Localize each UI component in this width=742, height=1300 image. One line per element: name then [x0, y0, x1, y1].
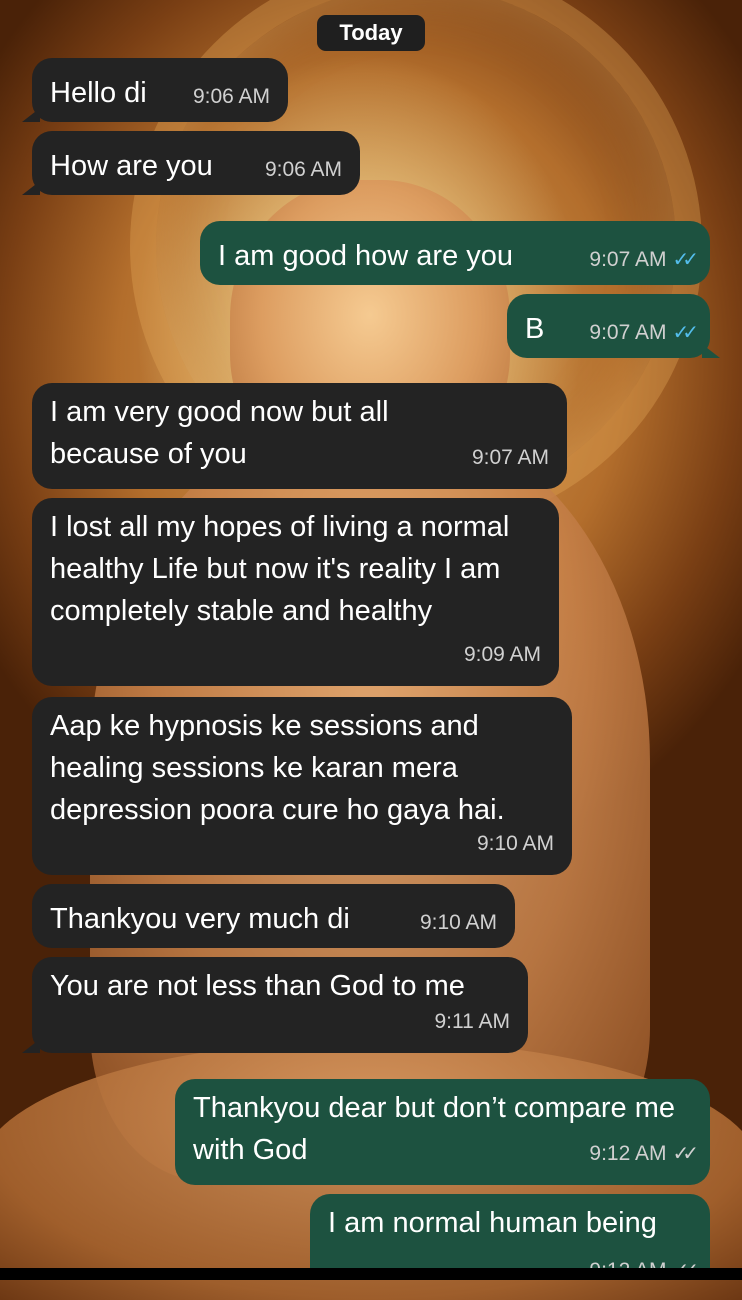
message-meta: 9:12 AM ✓✓ [589, 1250, 698, 1268]
bottom-edge [0, 1268, 742, 1280]
message-text: I am good how are you [218, 240, 514, 272]
message-bubble[interactable]: I lost all my hopes of living a normal h… [32, 498, 559, 686]
message-bubble[interactable]: You are not less than God to me 9:11 AM [22, 957, 528, 1053]
date-separator: Today [317, 15, 425, 51]
message-meta: 9:12 AM ✓✓ [589, 1133, 698, 1175]
message-time: 9:12 AM [589, 1250, 666, 1268]
double-check-icon: ✓✓ [672, 249, 698, 271]
message-text: Hello di [50, 77, 147, 109]
message-bubble[interactable]: Hello di 9:06 AM [22, 58, 288, 122]
message-bubble[interactable]: Thankyou very much di 9:10 AM [32, 884, 515, 948]
message-time: 9:07 AM [589, 321, 667, 344]
message-text: Thankyou very much di [50, 903, 350, 935]
message-text: I lost all my hopes of living a normal h… [50, 511, 510, 627]
message-text: I am very good now but all because of yo… [50, 396, 389, 470]
message-bubble[interactable]: Aap ke hypnosis ke sessions and healing … [32, 697, 572, 875]
message-text: Aap ke hypnosis ke sessions and healing … [50, 710, 505, 826]
message-time: 9:06 AM [192, 85, 270, 108]
message-text: I am normal human being [328, 1207, 657, 1239]
message-time: 9:07 AM [589, 248, 667, 271]
message-bubble[interactable]: I am normal human being 9:12 AM ✓✓ [310, 1194, 710, 1268]
message-time: 9:10 AM [419, 911, 497, 934]
message-time: 9:11 AM [434, 1010, 511, 1033]
double-check-icon: ✓✓ [672, 322, 698, 344]
message-time: 9:12 AM [589, 1142, 667, 1165]
message-meta: 9:07 AM ✓✓ [589, 312, 698, 354]
message-bubble[interactable]: I am very good now but all because of yo… [32, 383, 567, 489]
double-check-icon: ✓✓ [672, 1143, 698, 1165]
message-time: 9:06 AM [264, 158, 342, 181]
message-text: B [525, 313, 545, 345]
message-time: 9:09 AM [463, 643, 541, 666]
double-check-icon: ✓✓ [672, 1250, 698, 1268]
message-time: 9:10 AM [476, 832, 554, 855]
message-meta: 9:07 AM ✓✓ [589, 239, 698, 281]
message-text: How are you [50, 150, 213, 182]
message-time: 9:07 AM [471, 446, 549, 469]
message-bubble[interactable]: I am good how are you 9:07 AM ✓✓ [200, 221, 710, 285]
message-bubble[interactable]: Thankyou dear but don’t compare me with … [175, 1079, 710, 1185]
message-bubble[interactable]: B 9:07 AM ✓✓ [507, 294, 720, 358]
message-bubble[interactable]: How are you 9:06 AM [22, 131, 360, 195]
